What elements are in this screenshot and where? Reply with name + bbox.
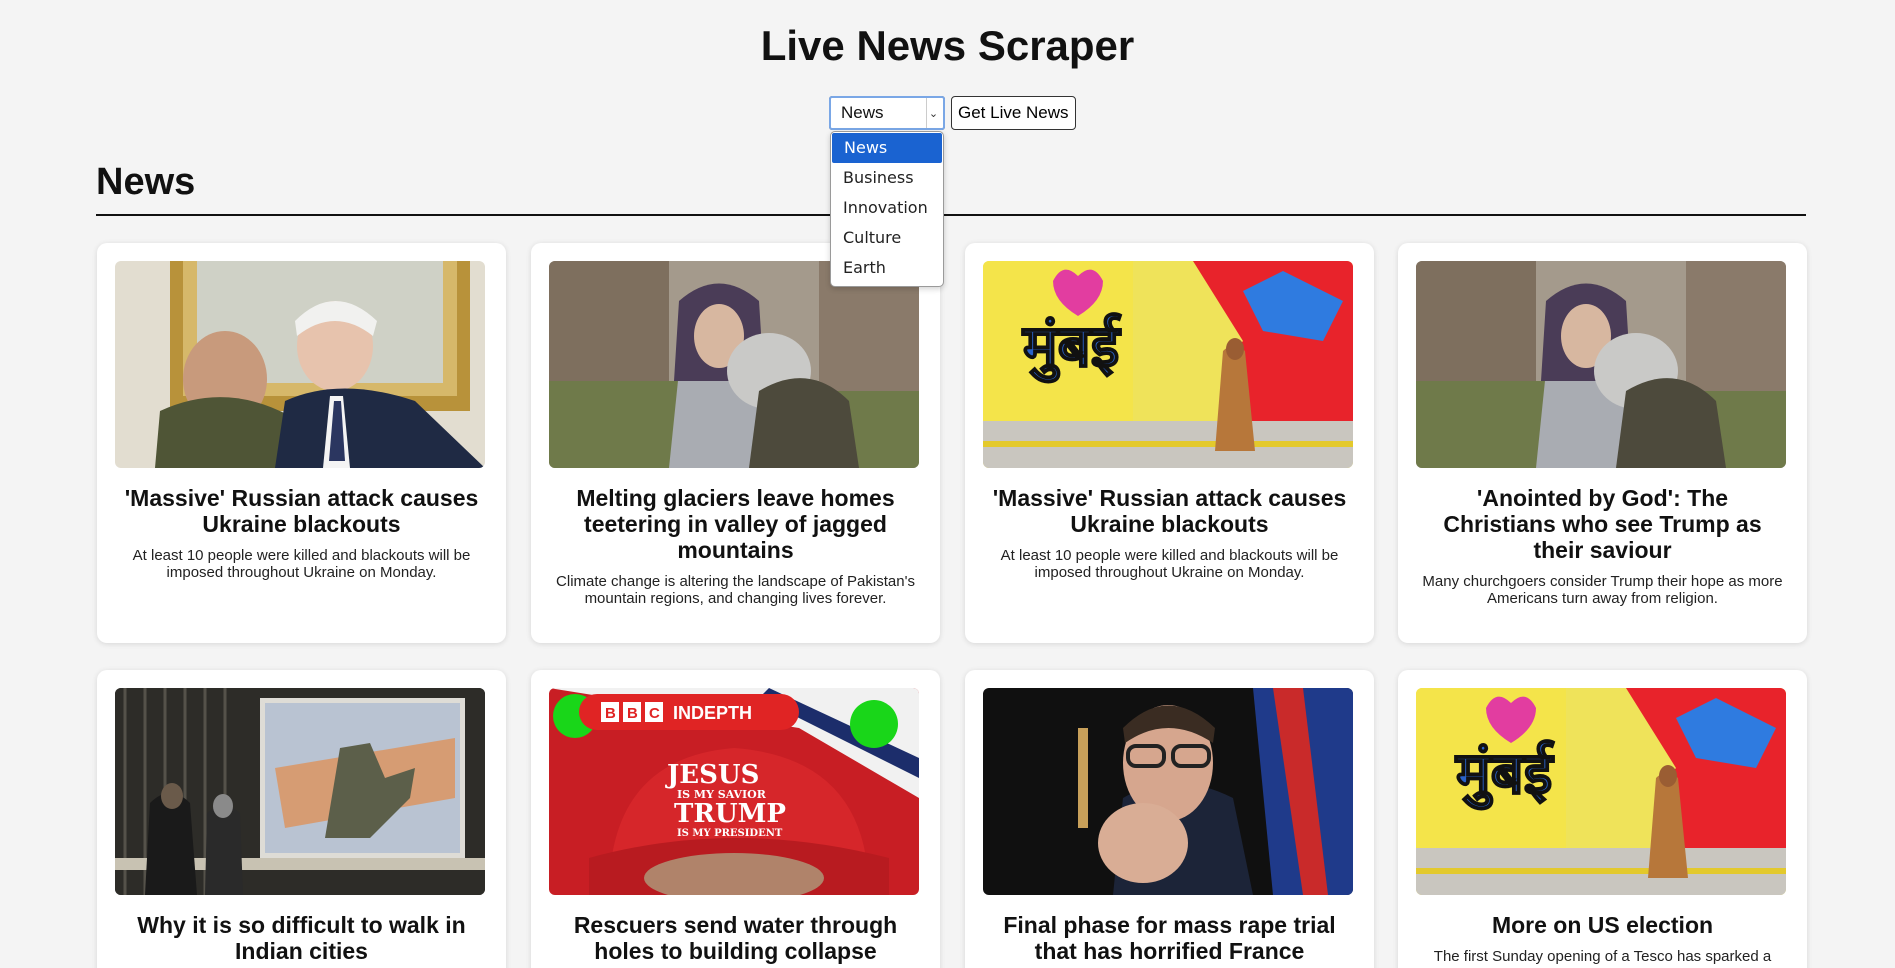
news-card[interactable]: Why it is so difficult to walk in Indian… <box>97 670 506 968</box>
controls-bar: News ⌄ Get Live News <box>829 96 1076 130</box>
news-card[interactable]: मुंबई More on US election The first Sund… <box>1398 670 1807 968</box>
news-card-description: At least 10 people were killed and black… <box>1000 547 1339 581</box>
bbc-letter: C <box>649 705 660 722</box>
mural-text: मुंबई <box>1022 312 1122 383</box>
dropdown-option-business[interactable]: Business <box>831 163 943 193</box>
section-title: News <box>96 161 196 203</box>
chevron-down-icon[interactable]: ⌄ <box>926 98 940 128</box>
news-card-image[interactable]: B B C INDEPTH JESUS IS MY SAVIOR TRUMP I… <box>549 688 919 895</box>
news-card-title[interactable]: Final phase for mass rape trial that has… <box>983 912 1356 964</box>
news-card[interactable]: Final phase for mass rape trial that has… <box>965 670 1374 968</box>
news-card-image[interactable] <box>115 261 485 468</box>
dropdown-option-innovation[interactable]: Innovation <box>831 193 943 223</box>
mural-text: मुंबई <box>1455 739 1555 810</box>
news-card-image[interactable] <box>1416 261 1786 468</box>
news-card-title[interactable]: Rescuers send water through holes to bui… <box>549 912 922 968</box>
bbc-letter: B <box>605 705 616 722</box>
news-card-title[interactable]: More on US election <box>1416 912 1789 938</box>
category-dropdown: News Business Innovation Culture Earth <box>830 131 944 287</box>
section-divider <box>96 214 1806 216</box>
news-card-image[interactable]: मुंबई <box>983 261 1353 468</box>
news-card[interactable]: मुंबई 'Massive' Russian attack causes Uk… <box>965 243 1374 643</box>
news-card-title[interactable]: 'Massive' Russian attack causes Ukraine … <box>115 485 488 537</box>
news-card[interactable]: Melting glaciers leave homes teetering i… <box>531 243 940 643</box>
news-card[interactable]: 'Anointed by God': The Christians who se… <box>1398 243 1807 643</box>
get-live-news-button[interactable]: Get Live News <box>951 96 1076 130</box>
news-card-title[interactable]: Why it is so difficult to walk in Indian… <box>115 912 488 964</box>
category-select-value: News <box>841 103 884 122</box>
news-card-image[interactable] <box>115 688 485 895</box>
news-card-title[interactable]: Melting glaciers leave homes teetering i… <box>549 485 922 563</box>
dropdown-option-earth[interactable]: Earth <box>831 253 943 283</box>
indepth-label: INDEPTH <box>673 703 752 723</box>
dropdown-option-culture[interactable]: Culture <box>831 223 943 253</box>
dropdown-option-news[interactable]: News <box>832 133 942 163</box>
news-card-image[interactable] <box>549 261 919 468</box>
app-title: Live News Scraper <box>760 22 1135 69</box>
news-card[interactable]: B B C INDEPTH JESUS IS MY SAVIOR TRUMP I… <box>531 670 940 968</box>
news-card-title[interactable]: 'Anointed by God': The Christians who se… <box>1416 485 1789 563</box>
news-card-title[interactable]: 'Massive' Russian attack causes Ukraine … <box>983 485 1356 537</box>
cap-text: JESUS <box>665 760 759 790</box>
category-select[interactable]: News ⌄ <box>829 96 945 130</box>
news-card-image[interactable]: मुंबई <box>1416 688 1786 895</box>
news-card[interactable]: 'Massive' Russian attack causes Ukraine … <box>97 243 506 643</box>
news-card-description: Climate change is altering the landscape… <box>556 573 915 607</box>
bbc-letter: B <box>627 705 638 722</box>
news-card-description: The first Sunday opening of a Tesco has … <box>1433 948 1772 968</box>
cap-text: TRUMP <box>674 799 786 829</box>
cap-text: IS MY PRESIDENT <box>677 828 783 839</box>
news-card-description: Many churchgoers consider Trump their ho… <box>1422 573 1783 607</box>
news-card-description: At least 10 people were killed and black… <box>132 547 471 581</box>
news-card-image[interactable] <box>983 688 1353 895</box>
